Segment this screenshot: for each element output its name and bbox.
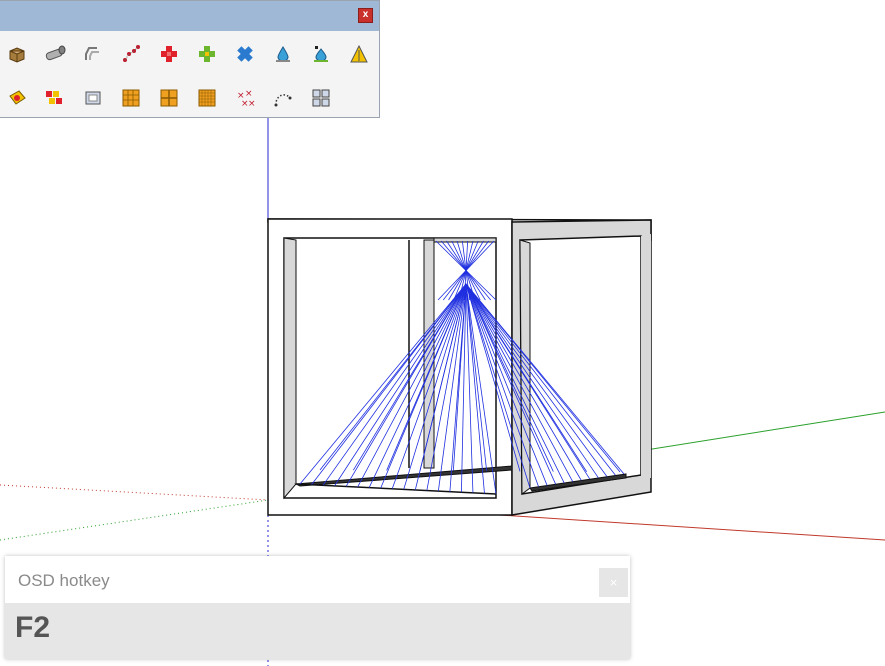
groups-icon[interactable]	[42, 85, 68, 111]
osd-close-button[interactable]: ×	[599, 568, 628, 597]
grid-cross-icon[interactable]	[156, 85, 182, 111]
components-icon[interactable]	[308, 85, 334, 111]
drop-icon[interactable]	[270, 41, 296, 67]
offset-icon[interactable]	[80, 41, 106, 67]
svg-text:×: ×	[248, 99, 255, 108]
arc-points-icon[interactable]	[270, 85, 296, 111]
toolbar-close-button[interactable]: x	[358, 8, 373, 23]
osd-hotkey-value: F2	[15, 611, 51, 644]
red-axis-dotted	[0, 484, 269, 501]
cube-icon[interactable]	[4, 41, 30, 67]
add-red-icon[interactable]	[156, 41, 182, 67]
warning-icon[interactable]	[346, 41, 372, 67]
toolbar-titlebar[interactable]: x	[0, 1, 379, 31]
tools-toolbar[interactable]: x × × × ×	[0, 0, 380, 118]
green-axis-dotted	[0, 499, 269, 541]
svg-text:×: ×	[245, 89, 253, 99]
grid-large-icon[interactable]	[118, 85, 144, 111]
frame-icon[interactable]	[80, 85, 106, 111]
multiply-icon[interactable]	[232, 41, 258, 67]
osd-title: OSD hotkey	[18, 571, 110, 590]
points-icon[interactable]	[118, 41, 144, 67]
osd-hotkey-panel: OSD hotkey × F2	[5, 556, 630, 659]
osd-body: F2	[5, 603, 630, 659]
grid-fine-icon[interactable]	[194, 85, 220, 111]
stamp-icon[interactable]	[4, 85, 30, 111]
pipe-icon[interactable]	[42, 41, 68, 67]
water-icon[interactable]	[308, 41, 334, 67]
scatter-icon[interactable]: × × × ×	[232, 85, 258, 111]
add-green-icon[interactable]	[194, 41, 220, 67]
